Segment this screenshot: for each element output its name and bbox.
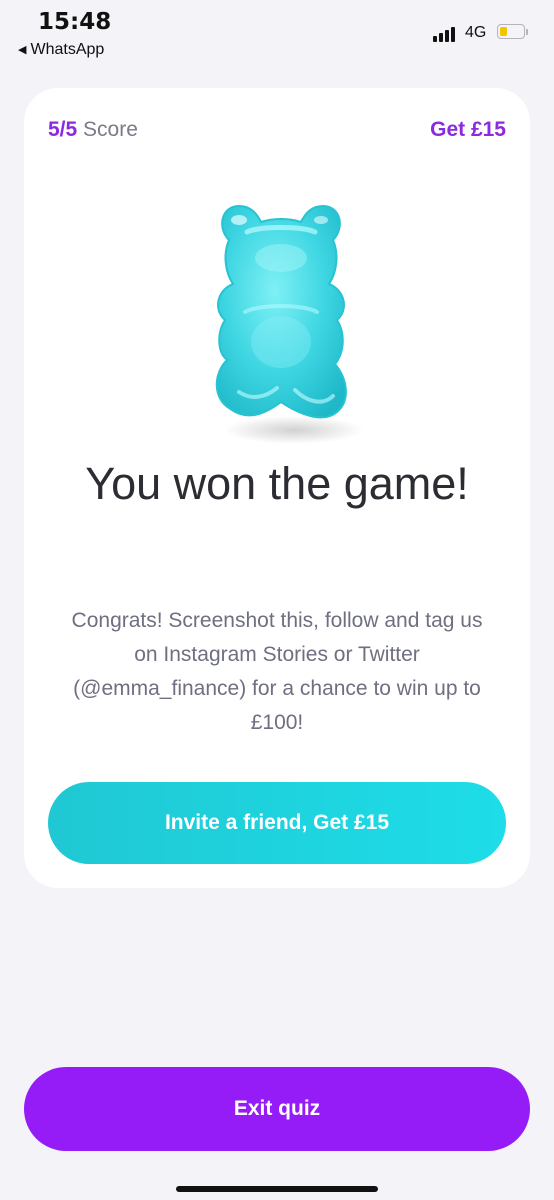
score-value: 5/5 bbox=[48, 118, 78, 141]
score-display: 5/5 Score bbox=[48, 118, 138, 142]
back-to-app-link[interactable]: ◀ WhatsApp bbox=[18, 41, 104, 59]
score-label: Score bbox=[83, 118, 138, 141]
home-indicator[interactable] bbox=[176, 1186, 378, 1192]
quiz-result-card: 5/5 Score Get £15 You won the game! Cong… bbox=[24, 88, 530, 888]
status-time: 15:48 bbox=[38, 9, 112, 35]
status-bar: 15:48 ◀ WhatsApp 4G bbox=[0, 0, 554, 66]
result-title: You won the game! bbox=[85, 458, 469, 509]
invite-friend-button[interactable]: Invite a friend, Get £15 bbox=[48, 782, 506, 864]
battery-cap bbox=[526, 29, 528, 35]
battery-icon bbox=[497, 24, 525, 39]
gummy-bear-icon bbox=[215, 204, 364, 444]
back-app-label: WhatsApp bbox=[30, 41, 105, 58]
exit-quiz-button[interactable]: Exit quiz bbox=[24, 1067, 530, 1151]
back-arrow-icon: ◀ bbox=[18, 43, 27, 56]
network-type: 4G bbox=[465, 24, 487, 41]
signal-strength-icon bbox=[433, 26, 455, 42]
get-reward-link[interactable]: Get £15 bbox=[430, 118, 506, 142]
result-description: Congrats! Screenshot this, follow and ta… bbox=[71, 609, 483, 734]
